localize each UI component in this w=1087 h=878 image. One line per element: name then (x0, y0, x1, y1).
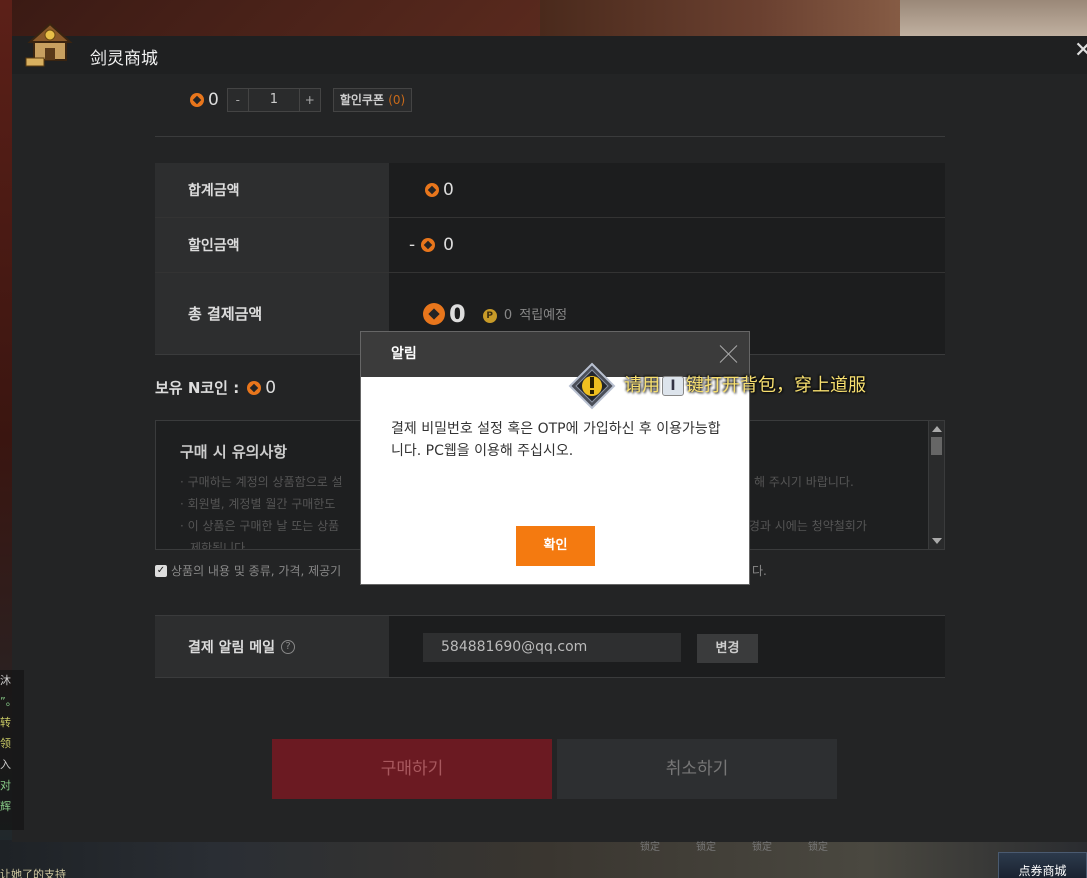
scroll-thumb[interactable] (931, 437, 942, 455)
help-icon[interactable]: ? (281, 639, 296, 654)
ncoin-icon (425, 183, 439, 197)
discount-row: 할인금액 - 0 (155, 218, 945, 273)
holding-value: 0 (265, 377, 277, 398)
notice-line-right: 해 주시기 바랍니다. (754, 475, 854, 489)
lock-label: 锁定 (640, 842, 660, 853)
notice-line: 제한됩니다. (190, 541, 250, 550)
earn-label: 적립예정 (519, 308, 568, 323)
coupon-label: 할인쿠폰 (339, 93, 384, 107)
game-tip-text: 请用 I 键打开背包，穿上道服 (624, 371, 866, 397)
holding-ncoin: 보유 N코인 : 0 (155, 377, 276, 398)
ncoin-icon (247, 380, 262, 395)
alert-dialog-title: 알림 (391, 346, 417, 362)
confirm-button[interactable]: 확인 (516, 526, 595, 566)
ncoin-icon (421, 238, 436, 252)
agreement-text-end: 다. (752, 564, 767, 578)
shop-house-icon (24, 18, 76, 68)
discount-minus-sign: - (409, 235, 416, 255)
mail-label-cell: 결제 알림 메일 ? (155, 616, 389, 677)
scroll-up-arrow-icon[interactable] (932, 426, 942, 432)
notice-scrollbar[interactable] (928, 421, 944, 549)
discount-value-cell: - 0 (389, 218, 945, 272)
buy-button[interactable]: 구매하기 (272, 739, 552, 799)
notice-line: · 구매하는 계정의 상품함으로 설 (180, 475, 343, 489)
email-field[interactable]: 584881690@qq.com (423, 633, 681, 662)
lock-label: 锁定 (752, 842, 772, 853)
notice-line-right: 일 경과 시에는 청약철회가 (734, 519, 867, 533)
chat-line: ”。 (0, 695, 17, 708)
price-summary-table: 합계금액 0 할인금액 - 0 총 결제금액 0 P 0 적립예정 (155, 163, 945, 355)
ncoin-large-icon (423, 302, 445, 325)
earn-points: P 0 적립예정 (480, 304, 567, 323)
notice-line: · 회원별, 계정별 월간 구매한도 (180, 497, 336, 511)
ncoin-icon (190, 93, 204, 107)
game-bottom-text: 让她了的支持 (0, 868, 66, 878)
mail-label: 결제 알림 메일 (188, 639, 276, 656)
warning-icon (568, 362, 616, 410)
quantity-minus-button[interactable]: - (226, 88, 249, 112)
game-background-bottom (0, 840, 1087, 878)
holding-label: 보유 N코인 : (155, 379, 240, 397)
chat-line: 入 (0, 758, 11, 771)
chat-line: 领 (0, 737, 11, 750)
cancel-button[interactable]: 취소하기 (557, 739, 837, 799)
chat-line: 对 (0, 779, 11, 792)
window-close-button[interactable]: ✕ (1074, 38, 1087, 64)
point-coin-icon: P (482, 308, 497, 323)
discount-label: 할인금액 (155, 218, 389, 272)
game-tip: 请用 I 键打开背包，穿上道服 (568, 360, 866, 410)
tip-text-before: 请用 (624, 375, 660, 396)
final-pay-value: 0 (449, 299, 466, 328)
keycap-i: I (662, 376, 684, 396)
alert-message: 결제 비밀번호 설정 혹은 OTP에 가입하신 후 이용가능합니다. PC웹을 … (391, 421, 721, 459)
agreement-row[interactable]: ✓ 상품의 내용 및 종류, 가격, 제공기 (155, 562, 341, 579)
shop-titlebar (12, 36, 1087, 74)
lock-label: 锁定 (696, 842, 716, 853)
agreement-text: 상품의 내용 및 종류, 가격, 제공기 (171, 564, 342, 578)
coupon-count: (0) (388, 93, 406, 107)
total-row: 합계금액 0 (155, 163, 945, 218)
agreement-checkbox[interactable]: ✓ (155, 564, 167, 577)
chat-line: 辉 (0, 800, 11, 813)
earn-value: 0 (503, 308, 513, 323)
chat-line: 转 (0, 716, 11, 729)
game-chat-panel: 沐 ”。 转 领 入 对 辉 (0, 670, 24, 830)
discount-coupon-button[interactable]: 할인쿠폰 (0) (332, 88, 413, 112)
notice-line: · 이 상품은 구매한 날 또는 상품 (180, 519, 340, 533)
notice-title: 구매 시 유의사항 (180, 443, 288, 461)
game-background-top-right (900, 0, 1087, 36)
final-pay-label: 총 결제금액 (155, 273, 389, 354)
lock-label: 锁定 (808, 842, 828, 853)
cash-shop-tab[interactable]: 点券商城 (998, 852, 1087, 878)
unit-price: 0 (208, 90, 219, 110)
divider (155, 136, 945, 137)
total-label: 합계금액 (155, 163, 389, 217)
scroll-down-arrow-icon[interactable] (932, 538, 942, 544)
change-email-button[interactable]: 변경 (697, 634, 758, 663)
quantity-plus-button[interactable]: + (298, 88, 321, 112)
total-value: 0 (443, 180, 454, 200)
quantity-input[interactable]: 1 (248, 88, 299, 112)
tip-text-after: 键打开背包，穿上道服 (686, 375, 866, 396)
payment-mail-row: 결제 알림 메일 ? 584881690@qq.com 변경 (155, 615, 945, 678)
chat-line: 沐 (0, 674, 11, 687)
quantity-row: 0 - 1 + 할인쿠폰 (0) (190, 87, 413, 113)
mail-value-cell: 584881690@qq.com 변경 (389, 616, 945, 677)
discount-value: 0 (443, 235, 454, 255)
window-title: 剑灵商城 (90, 49, 158, 69)
total-value-cell: 0 (389, 163, 945, 217)
